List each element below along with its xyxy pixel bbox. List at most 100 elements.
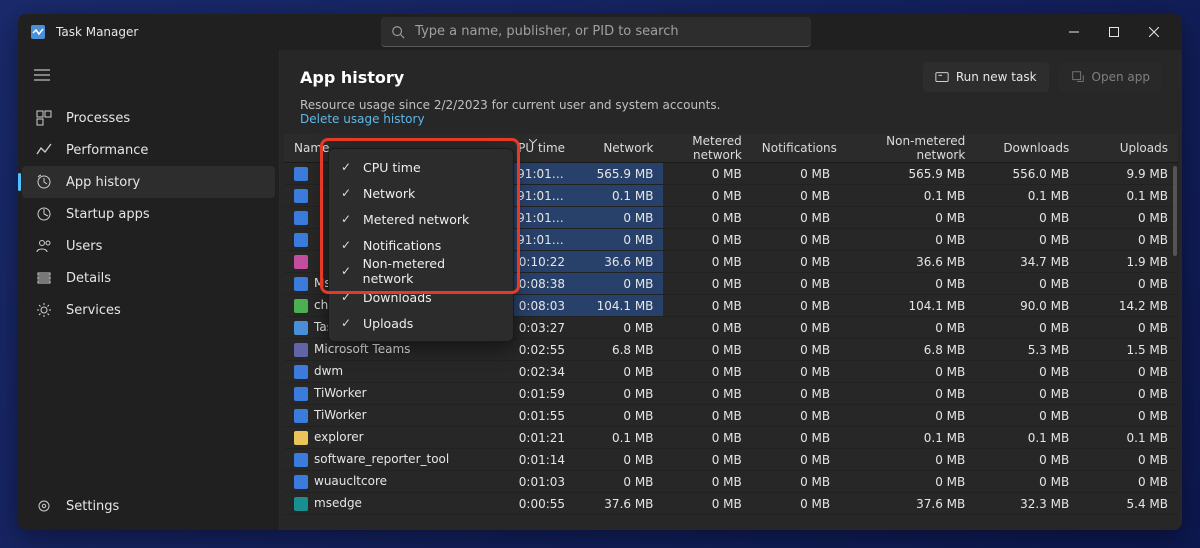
table-row[interactable]: TiWorker0:01:550 MB0 MB0 MB0 MB0 MB0 MB xyxy=(284,405,1178,427)
cell-value: 90.0 MB xyxy=(975,295,1079,317)
app-history-table: NamePU timeNetworkMetered networkNotific… xyxy=(284,134,1178,526)
cell-value: 0 MB xyxy=(663,185,751,207)
app-title: Task Manager xyxy=(56,25,138,39)
nav-icon xyxy=(36,142,52,158)
columns-context-menu: ✓CPU time✓Network✓Metered network ✓ Notifi… xyxy=(328,148,514,342)
vertical-scrollbar[interactable] xyxy=(1172,164,1178,524)
cell-value: 0 MB xyxy=(663,229,751,251)
cell-value: 1.5 MB xyxy=(1079,339,1178,361)
app-row-icon xyxy=(294,321,308,335)
cell-value: 0 MB xyxy=(575,229,663,251)
ctx-label: Notifications xyxy=(363,238,441,253)
cell-value: 0:01:55 xyxy=(492,405,575,427)
ctx-item-non-metered-network[interactable]: ✓Non-metered network xyxy=(333,258,509,284)
nav-label: Users xyxy=(66,239,102,254)
cell-value: 0 MB xyxy=(752,185,840,207)
cell-value: 0 MB xyxy=(840,273,975,295)
sidebar-item-settings[interactable]: Settings xyxy=(22,490,275,522)
cell-value: 0 MB xyxy=(840,317,975,339)
cell-value: 0 MB xyxy=(752,229,840,251)
cell-value: 9.9 MB xyxy=(1079,163,1178,185)
ctx-item-downloads[interactable]: ✓Downloads xyxy=(333,284,509,310)
sidebar-item-services[interactable]: Services xyxy=(22,294,275,326)
column-header-uploads[interactable]: Uploads xyxy=(1079,134,1178,163)
sidebar-item-processes[interactable]: Processes xyxy=(22,102,275,134)
nav-label: Performance xyxy=(66,143,148,158)
app-row-icon xyxy=(294,387,308,401)
cell-value: 565.9 MB xyxy=(840,163,975,185)
cell-value: 0 MB xyxy=(752,251,840,273)
ctx-item-network[interactable]: ✓Network xyxy=(333,180,509,206)
open-app-icon xyxy=(1071,70,1085,84)
usage-description: Resource usage since 2/2/2023 for curren… xyxy=(300,98,1162,112)
ctx-item-cpu-time[interactable]: ✓CPU time xyxy=(333,154,509,180)
cell-value: 0 MB xyxy=(663,449,751,471)
cell-name: software_reporter_tool xyxy=(284,449,492,471)
sidebar-item-performance[interactable]: Performance xyxy=(22,134,275,166)
run-new-task-button[interactable]: Run new task xyxy=(923,62,1049,92)
close-button[interactable] xyxy=(1134,17,1174,47)
cell-value: 0 MB xyxy=(840,229,975,251)
cell-value: 0 MB xyxy=(752,339,840,361)
ctx-item-uploads[interactable]: ✓Uploads xyxy=(333,310,509,336)
table-row[interactable]: software_reporter_tool0:01:140 MB0 MB0 M… xyxy=(284,449,1178,471)
ctx-item-metered-network[interactable]: ✓Metered network xyxy=(333,206,509,232)
app-row-icon xyxy=(294,475,308,489)
cell-value: 0 MB xyxy=(663,383,751,405)
sidebar-item-app-history[interactable]: App history xyxy=(22,166,275,198)
table-row[interactable]: TiWorker0:01:590 MB0 MB0 MB0 MB0 MB0 MB xyxy=(284,383,1178,405)
check-icon: ✓ xyxy=(341,290,359,304)
cell-name: explorer xyxy=(284,427,492,449)
cell-value: 0 MB xyxy=(840,361,975,383)
cell-value: 36.6 MB xyxy=(575,251,663,273)
maximize-button[interactable] xyxy=(1094,17,1134,47)
sidebar-item-users[interactable]: Users xyxy=(22,230,275,262)
cell-name: msedge xyxy=(284,493,492,515)
app-row-icon xyxy=(294,343,308,357)
cell-value: 0 MB xyxy=(663,471,751,493)
column-header-downloads[interactable]: Downloads xyxy=(975,134,1079,163)
cell-value: 0:02:34 xyxy=(492,361,575,383)
sidebar-settings-label: Settings xyxy=(66,499,119,514)
sort-indicator-icon xyxy=(529,134,537,147)
open-app-button[interactable]: Open app xyxy=(1059,62,1162,92)
table-row[interactable]: explorer0:01:210.1 MB0 MB0 MB0.1 MB0.1 M… xyxy=(284,427,1178,449)
cell-value: 32.3 MB xyxy=(975,493,1079,515)
minimize-button[interactable] xyxy=(1054,17,1094,47)
delete-history-link[interactable]: Delete usage history xyxy=(300,112,1162,126)
cell-value: 556.0 MB xyxy=(975,163,1079,185)
app-row-icon xyxy=(294,255,308,269)
ctx-item-notifications[interactable]: ✓ Notifications xyxy=(333,232,509,258)
column-header-non-metered-network[interactable]: Non-metered network xyxy=(840,134,975,163)
sidebar-item-startup-apps[interactable]: Startup apps xyxy=(22,198,275,230)
cell-value: 37.6 MB xyxy=(575,493,663,515)
table-row[interactable]: wuaucltcore0:01:030 MB0 MB0 MB0 MB0 MB0 … xyxy=(284,471,1178,493)
cell-value: 5.3 MB xyxy=(975,339,1079,361)
app-row-icon xyxy=(294,431,308,445)
column-header-metered-network[interactable]: Metered network xyxy=(663,134,751,163)
app-row-icon xyxy=(294,189,308,203)
check-icon: ✓ xyxy=(341,316,359,330)
nav-icon xyxy=(36,238,52,254)
app-row-icon xyxy=(294,497,308,511)
column-header-notifications[interactable]: Notifications xyxy=(752,134,840,163)
nav-label: Processes xyxy=(66,111,130,126)
check-icon: ✓ xyxy=(341,238,359,252)
scrollbar-thumb[interactable] xyxy=(1173,166,1177,256)
hamburger-button[interactable] xyxy=(22,58,62,92)
sidebar-item-details[interactable]: Details xyxy=(22,262,275,294)
cell-value: 0 MB xyxy=(840,471,975,493)
column-header-network[interactable]: Network xyxy=(575,134,663,163)
cell-value: 0 MB xyxy=(1079,273,1178,295)
search-input[interactable]: Type a name, publisher, or PID to search xyxy=(381,17,811,47)
cell-value: 6.8 MB xyxy=(575,339,663,361)
check-icon: ✓ xyxy=(341,160,359,174)
cell-value: 0 MB xyxy=(1079,471,1178,493)
task-manager-window: Task Manager Type a name, publisher, or … xyxy=(18,14,1182,530)
table-row[interactable]: dwm0:02:340 MB0 MB0 MB0 MB0 MB0 MB xyxy=(284,361,1178,383)
nav-label: Startup apps xyxy=(66,207,150,222)
cell-value: 0 MB xyxy=(1079,383,1178,405)
cell-value: 0 MB xyxy=(1079,229,1178,251)
table-row[interactable]: msedge0:00:5537.6 MB0 MB0 MB37.6 MB32.3 … xyxy=(284,493,1178,515)
cell-value: 0 MB xyxy=(975,317,1079,339)
